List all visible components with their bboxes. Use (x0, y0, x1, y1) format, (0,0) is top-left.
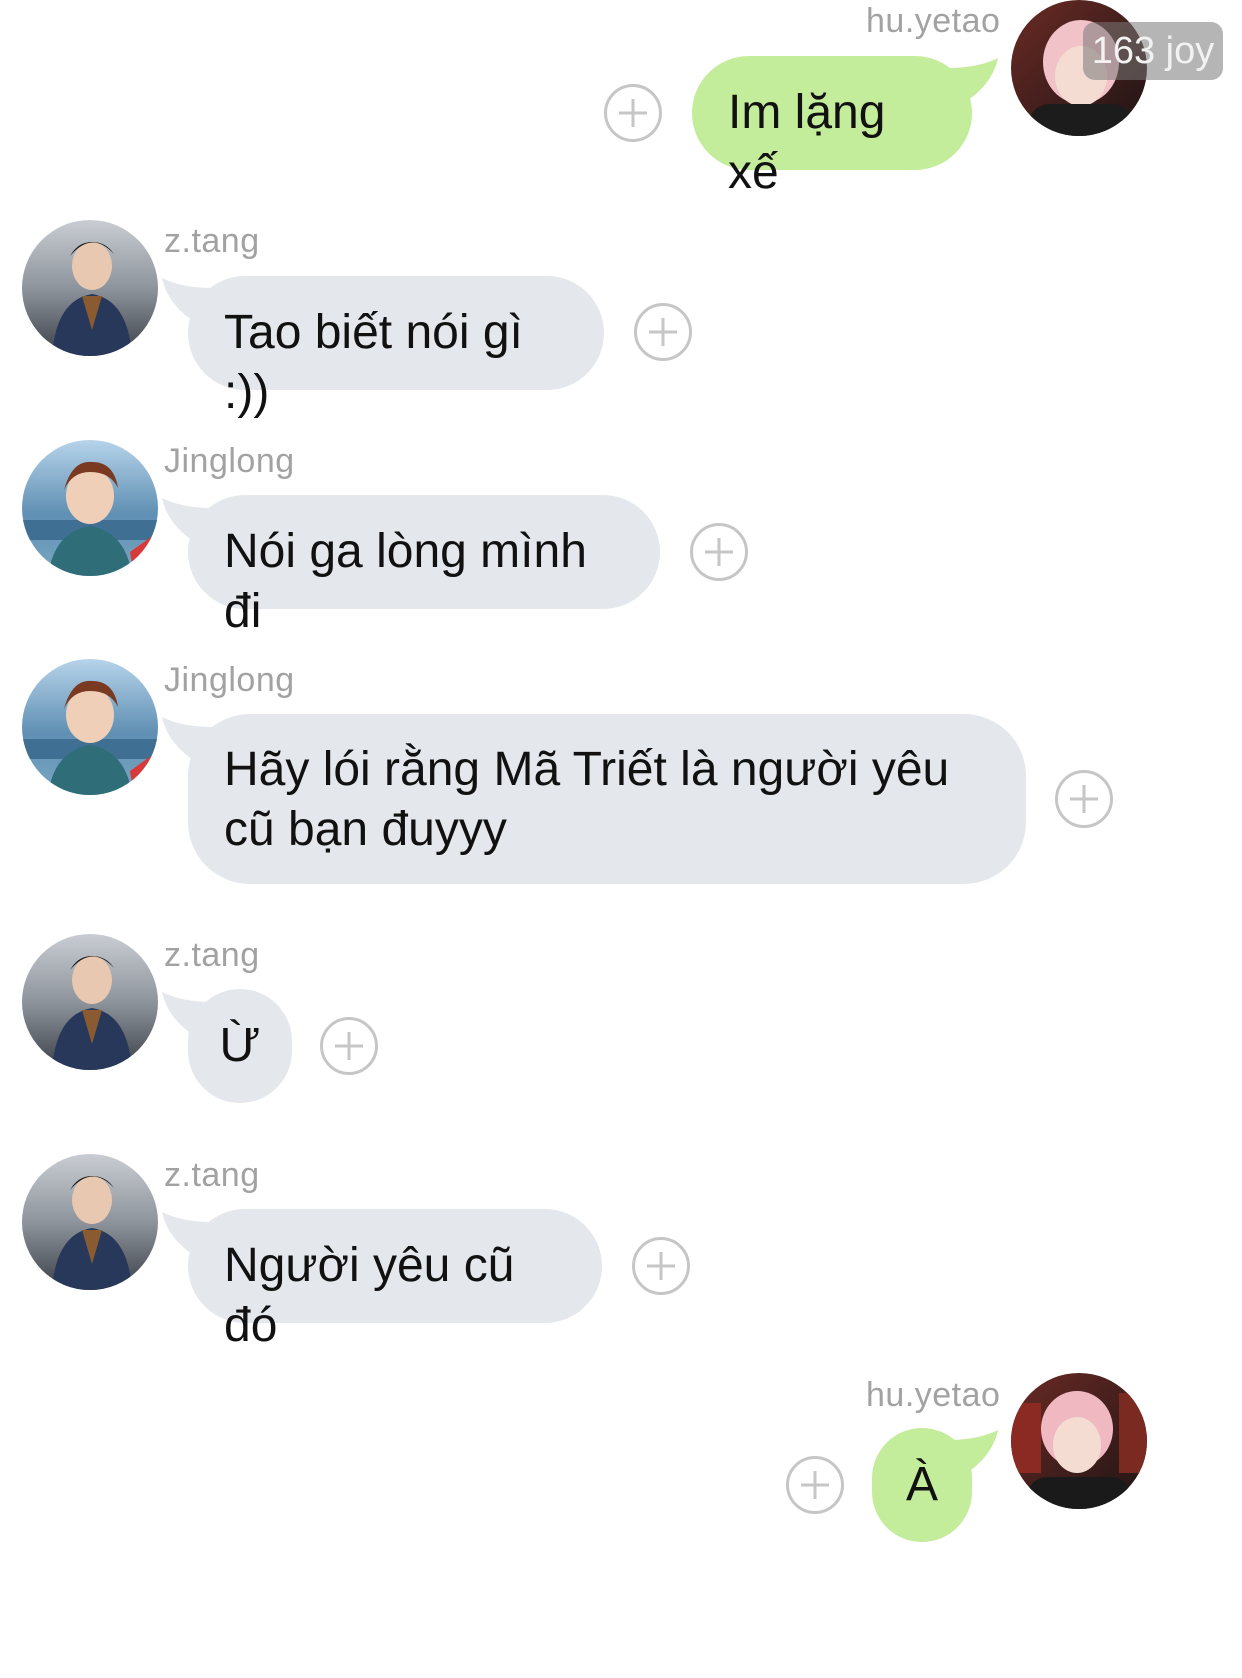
avatar-z-tang[interactable] (22, 934, 158, 1070)
add-reaction-icon[interactable] (1055, 770, 1113, 828)
sender-name: z.tang (164, 222, 260, 260)
add-reaction-icon[interactable] (690, 523, 748, 581)
message-bubble-incoming[interactable]: Hãy lói rằng Mã Triết là người yêu cũ bạ… (188, 714, 1026, 884)
add-reaction-icon[interactable] (320, 1017, 378, 1075)
message-bubble-incoming[interactable]: Nói ga lòng mình đi (188, 495, 660, 638)
add-reaction-icon[interactable] (634, 303, 692, 361)
message-text: Im lặng xế (728, 86, 886, 199)
avatar-jinglong[interactable] (22, 440, 158, 576)
sender-name: Jinglong (164, 661, 295, 699)
sender-name: Jinglong (164, 442, 295, 480)
message-bubble-incoming[interactable]: Người yêu cũ đó (188, 1209, 602, 1352)
sender-name: hu.yetao (866, 1376, 1001, 1414)
add-reaction-icon[interactable] (632, 1237, 690, 1295)
message-text: Ừ (219, 1019, 261, 1072)
avatar-z-tang[interactable] (22, 1154, 158, 1290)
add-reaction-icon[interactable] (604, 84, 662, 142)
message-text: Tao biết nói gì :)) (224, 306, 523, 419)
bubble-tail (948, 1430, 998, 1476)
avatar-badge: 163 joy (1083, 22, 1223, 80)
message-bubble-incoming[interactable]: Ừ (188, 989, 292, 1103)
add-reaction-icon[interactable] (786, 1456, 844, 1514)
avatar-hu-yetao[interactable] (1011, 1373, 1147, 1509)
message-text: Nói ga lòng mình đi (224, 525, 587, 638)
avatar-z-tang[interactable] (22, 220, 158, 356)
avatar-jinglong[interactable] (22, 659, 158, 795)
sender-name: hu.yetao (866, 2, 1001, 40)
message-text: Người yêu cũ đó (224, 1239, 515, 1352)
bubble-tail (948, 58, 998, 104)
message-text: Hãy lói rằng Mã Triết là người yêu cũ bạ… (224, 743, 950, 856)
sender-name: z.tang (164, 936, 260, 974)
sender-name: z.tang (164, 1156, 260, 1194)
message-bubble-incoming[interactable]: Tao biết nói gì :)) (188, 276, 604, 419)
message-bubble-outgoing[interactable]: Im lặng xế (692, 56, 972, 199)
